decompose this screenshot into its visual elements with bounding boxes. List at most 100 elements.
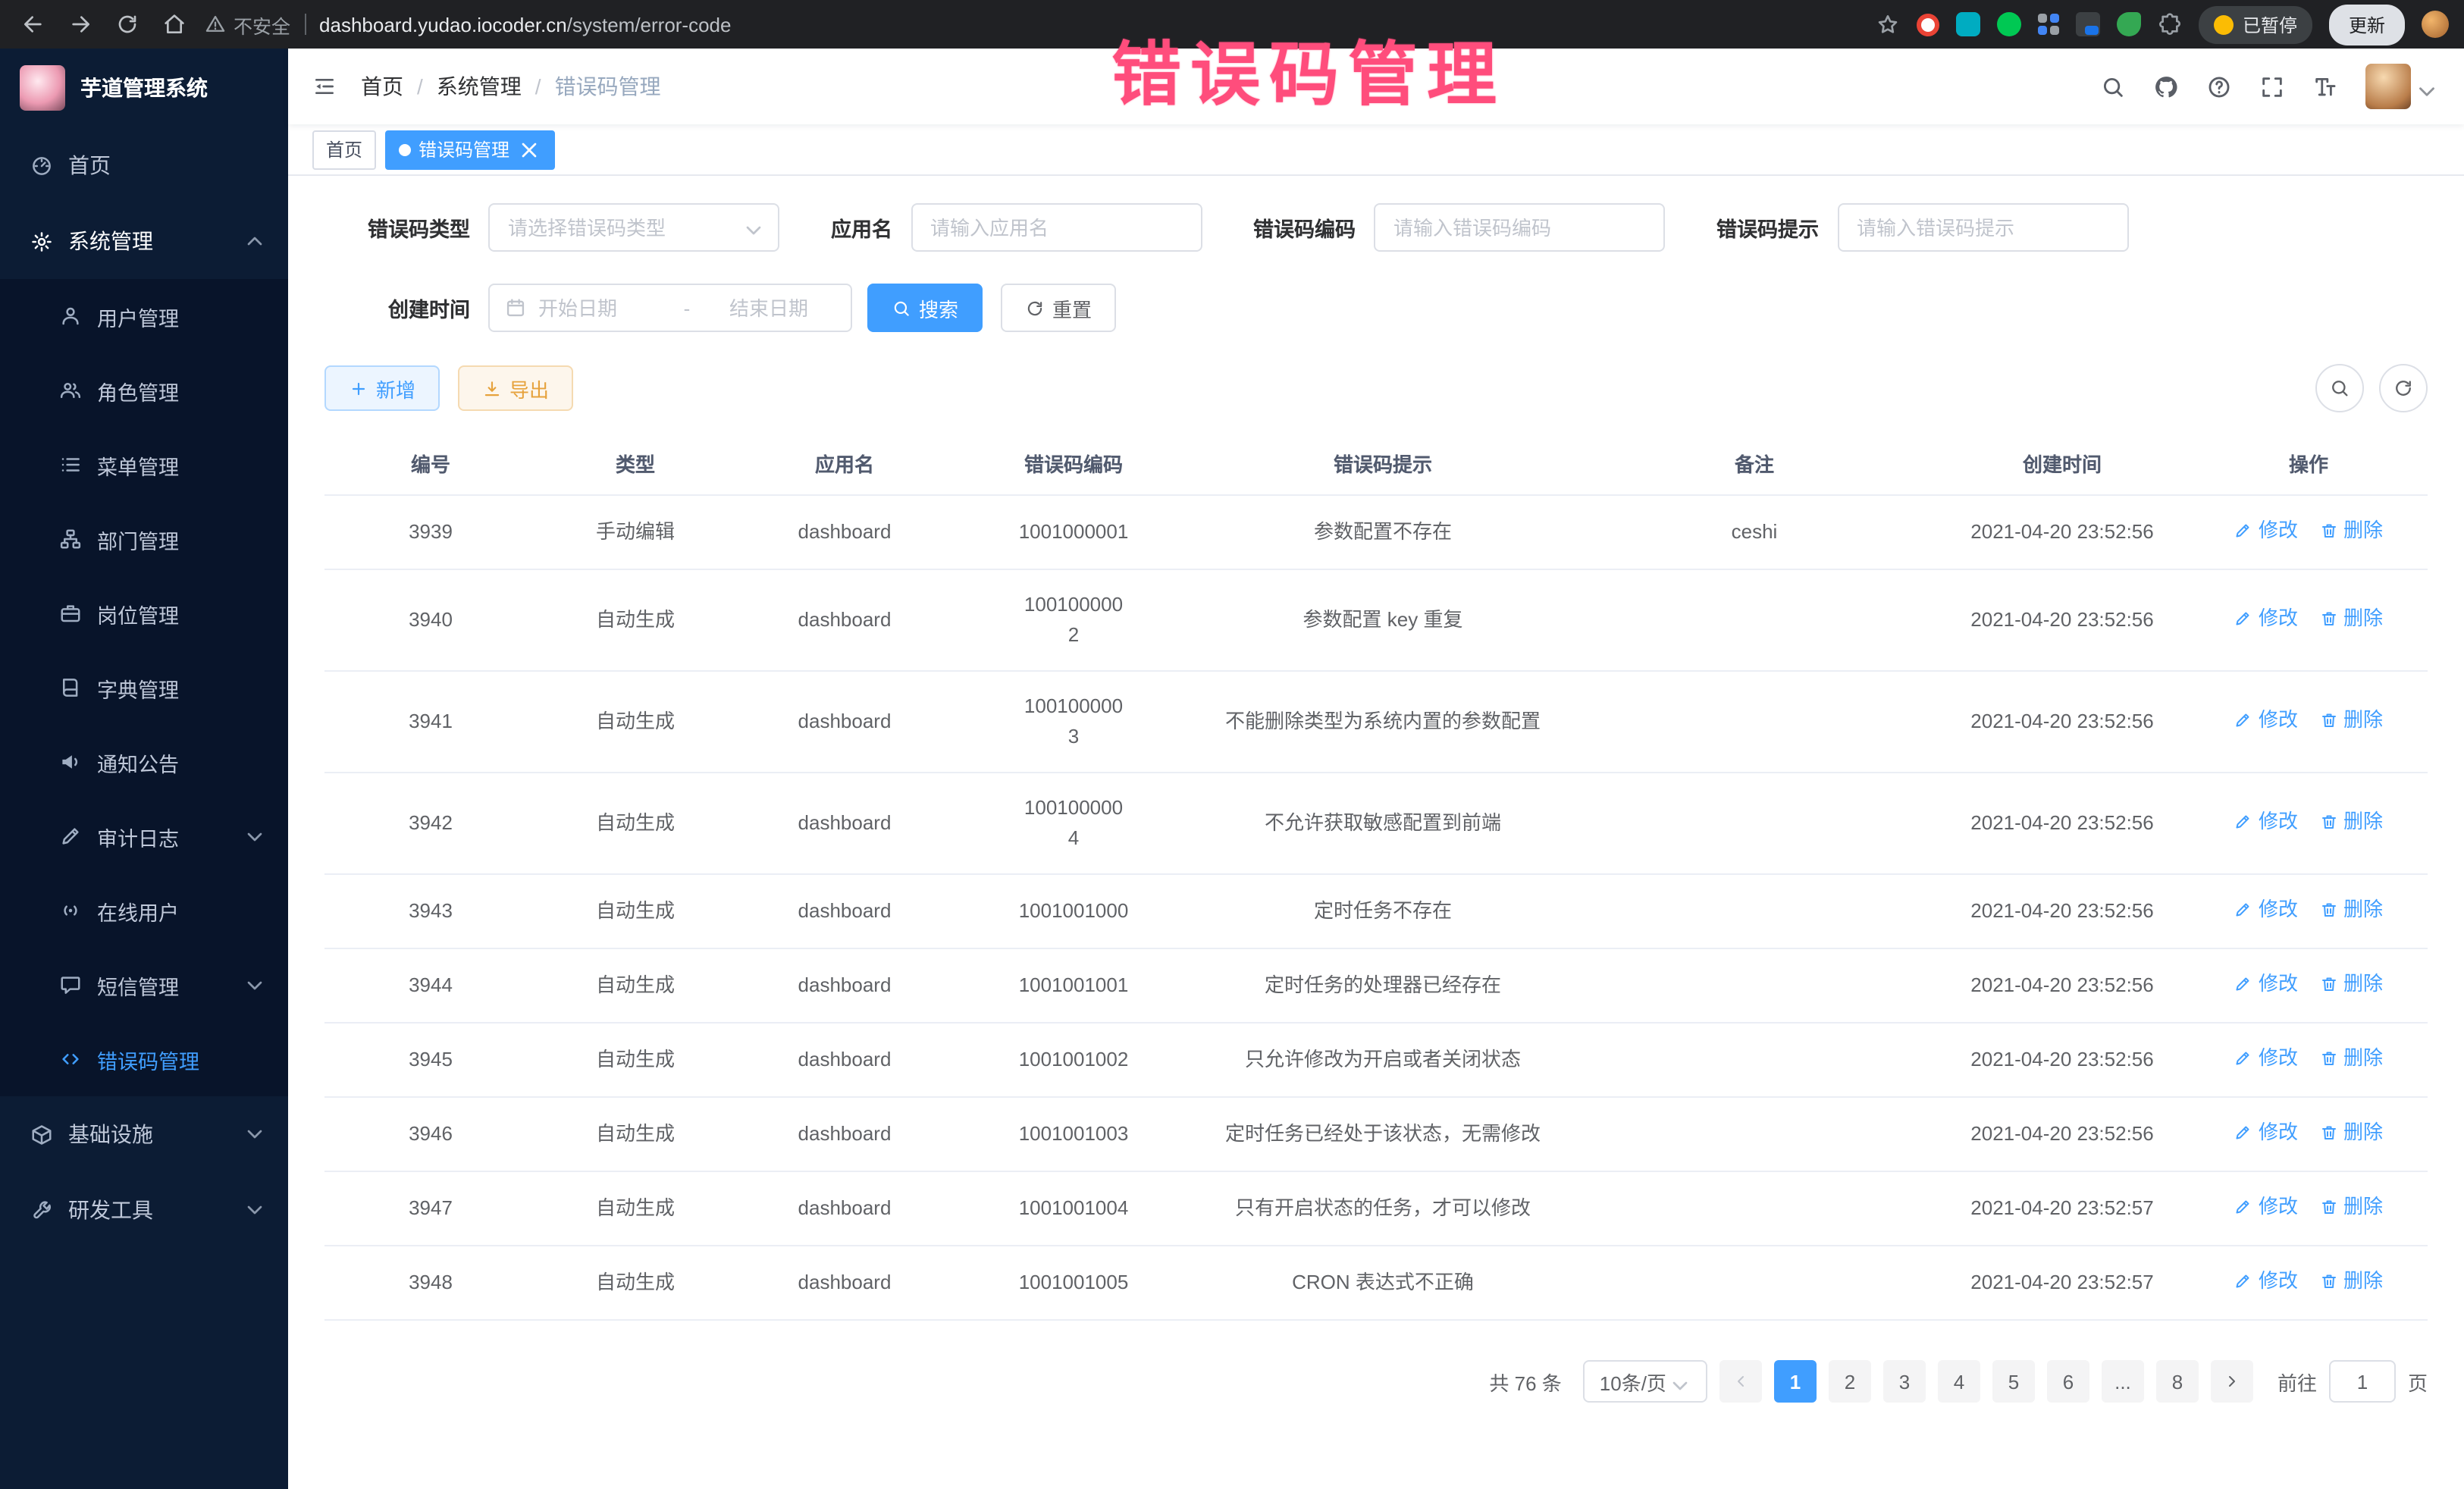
avatar-image — [2365, 64, 2411, 109]
delete-link[interactable]: 删除 — [2319, 705, 2383, 735]
close-icon[interactable] — [517, 137, 541, 161]
extension-icon[interactable] — [1956, 12, 1980, 36]
app-logo[interactable]: 芋道管理系统 — [0, 49, 288, 127]
sidebar-item-system-management[interactable]: 系统管理 — [0, 203, 288, 279]
cell-actions: 修改删除 — [2190, 496, 2428, 569]
edit-link[interactable]: 修改 — [2234, 895, 2298, 925]
delete-link[interactable]: 删除 — [2319, 969, 2383, 999]
prev-page-button[interactable] — [1719, 1360, 1762, 1403]
sidebar-item-menu-management[interactable]: 菜单管理 — [0, 428, 288, 502]
goto-page-input[interactable] — [2329, 1360, 2396, 1403]
page-button[interactable]: 6 — [2047, 1360, 2089, 1403]
page-button[interactable]: 2 — [1829, 1360, 1871, 1403]
extension-icon[interactable] — [2117, 12, 2141, 36]
edit-link[interactable]: 修改 — [2234, 807, 2298, 837]
breadcrumb-item[interactable]: 系统管理 — [437, 71, 522, 102]
error-hint-input[interactable] — [1837, 203, 2128, 252]
delete-link[interactable]: 删除 — [2319, 1043, 2383, 1074]
extensions-puzzle-icon[interactable] — [2158, 12, 2182, 36]
sidebar-item-infrastructure[interactable]: 基础设施 — [0, 1096, 288, 1172]
start-date-input[interactable] — [538, 296, 644, 319]
edit-link[interactable]: 修改 — [2234, 705, 2298, 735]
sidebar-item-error-code-management[interactable]: 错误码管理 — [0, 1022, 288, 1096]
show-search-button[interactable] — [2315, 364, 2364, 412]
menu-fold-icon[interactable] — [312, 74, 337, 99]
edit-link[interactable]: 修改 — [2234, 516, 2298, 546]
app-name-input[interactable] — [911, 203, 1202, 252]
browser-back-icon[interactable] — [21, 12, 45, 36]
help-icon[interactable] — [2206, 74, 2232, 99]
edit-link[interactable]: 修改 — [2234, 1192, 2298, 1222]
sidebar-item-home[interactable]: 首页 — [0, 127, 288, 203]
browser-profile-avatar[interactable] — [2422, 11, 2449, 38]
paused-extension-badge[interactable]: 已暂停 — [2199, 5, 2312, 43]
error-code-input[interactable] — [1374, 203, 1665, 252]
address-bar[interactable]: 不安全 dashboard.yudao.iocoder.cn/system/er… — [205, 10, 1864, 39]
emoji-face-icon — [2214, 14, 2234, 34]
bookmark-star-icon[interactable] — [1876, 12, 1900, 36]
breadcrumb-item[interactable]: 首页 — [361, 71, 403, 102]
sidebar-item-post-management[interactable]: 岗位管理 — [0, 576, 288, 650]
browser-reload-icon[interactable] — [115, 12, 140, 36]
sidebar-item-audit-log[interactable]: 审计日志 — [0, 799, 288, 873]
sidebar-item-dept-management[interactable]: 部门管理 — [0, 502, 288, 576]
export-button[interactable]: 导出 — [458, 365, 573, 411]
fullscreen-icon[interactable] — [2259, 74, 2285, 99]
add-button[interactable]: 新增 — [324, 365, 440, 411]
sidebar-item-notice-management[interactable]: 通知公告 — [0, 725, 288, 799]
page-button[interactable]: 1 — [1774, 1360, 1817, 1403]
extension-icon[interactable] — [1917, 13, 1939, 36]
delete-link[interactable]: 删除 — [2319, 516, 2383, 546]
sidebar-item-dict-management[interactable]: 字典管理 — [0, 650, 288, 725]
tab-首页[interactable]: 首页 — [312, 130, 376, 169]
sidebar-item-user-management[interactable]: 用户管理 — [0, 279, 288, 353]
edit-icon — [2234, 813, 2252, 831]
delete-link[interactable]: 删除 — [2319, 1266, 2383, 1296]
reset-button[interactable]: 重置 — [1001, 284, 1116, 332]
edit-link[interactable]: 修改 — [2234, 1266, 2298, 1296]
delete-link[interactable]: 删除 — [2319, 807, 2383, 837]
extension-icon[interactable] — [1997, 12, 2021, 36]
edit-link[interactable]: 修改 — [2234, 1118, 2298, 1148]
github-icon[interactable] — [2153, 74, 2179, 99]
error-type-select-input[interactable] — [488, 203, 779, 252]
page-size-select[interactable]: 10条/页 — [1583, 1360, 1707, 1403]
extension-icon[interactable] — [2038, 14, 2059, 35]
sidebar-item-sms-management[interactable]: 短信管理 — [0, 948, 288, 1022]
edit-link[interactable]: 修改 — [2234, 603, 2298, 634]
chrome-update-button[interactable]: 更新 — [2329, 4, 2405, 45]
table-row: 3948自动生成dashboard1001001005CRON 表达式不正确20… — [324, 1246, 2428, 1321]
search-button[interactable]: 搜索 — [867, 284, 983, 332]
delete-link[interactable]: 删除 — [2319, 895, 2383, 925]
column-header: 编号 — [324, 432, 537, 494]
error-type-select[interactable] — [488, 203, 779, 252]
export-button-label: 导出 — [509, 374, 549, 403]
tab-错误码管理[interactable]: 错误码管理 — [385, 130, 555, 169]
refresh-table-button[interactable] — [2379, 364, 2428, 412]
sidebar-item-role-management[interactable]: 角色管理 — [0, 353, 288, 428]
cell-type: 自动生成 — [537, 1248, 734, 1318]
date-range-picker[interactable]: - — [488, 284, 852, 332]
browser-forward-icon[interactable] — [68, 12, 92, 36]
page-button[interactable]: 5 — [1992, 1360, 2035, 1403]
extension-icon[interactable] — [2076, 12, 2100, 36]
page-button[interactable]: 8 — [2156, 1360, 2199, 1403]
page-button[interactable]: 3 — [1883, 1360, 1926, 1403]
edit-link[interactable]: 修改 — [2234, 1043, 2298, 1074]
browser-home-icon[interactable] — [162, 12, 187, 36]
font-size-icon[interactable] — [2312, 74, 2338, 99]
cell-code: 1001001002 — [955, 1025, 1192, 1095]
delete-link[interactable]: 删除 — [2319, 1192, 2383, 1222]
pager-ellipsis[interactable]: ... — [2102, 1360, 2144, 1403]
delete-link[interactable]: 删除 — [2319, 1118, 2383, 1148]
delete-link[interactable]: 删除 — [2319, 603, 2383, 634]
page-button[interactable]: 4 — [1938, 1360, 1980, 1403]
end-date-input[interactable] — [729, 296, 835, 319]
edit-link[interactable]: 修改 — [2234, 969, 2298, 999]
sidebar-item-online-users[interactable]: 在线用户 — [0, 873, 288, 948]
next-page-button[interactable] — [2211, 1360, 2253, 1403]
sidebar-item-dev-tools[interactable]: 研发工具 — [0, 1172, 288, 1248]
search-icon[interactable] — [2100, 74, 2126, 99]
user-avatar[interactable] — [2365, 64, 2440, 109]
wrench-icon — [30, 1199, 53, 1221]
